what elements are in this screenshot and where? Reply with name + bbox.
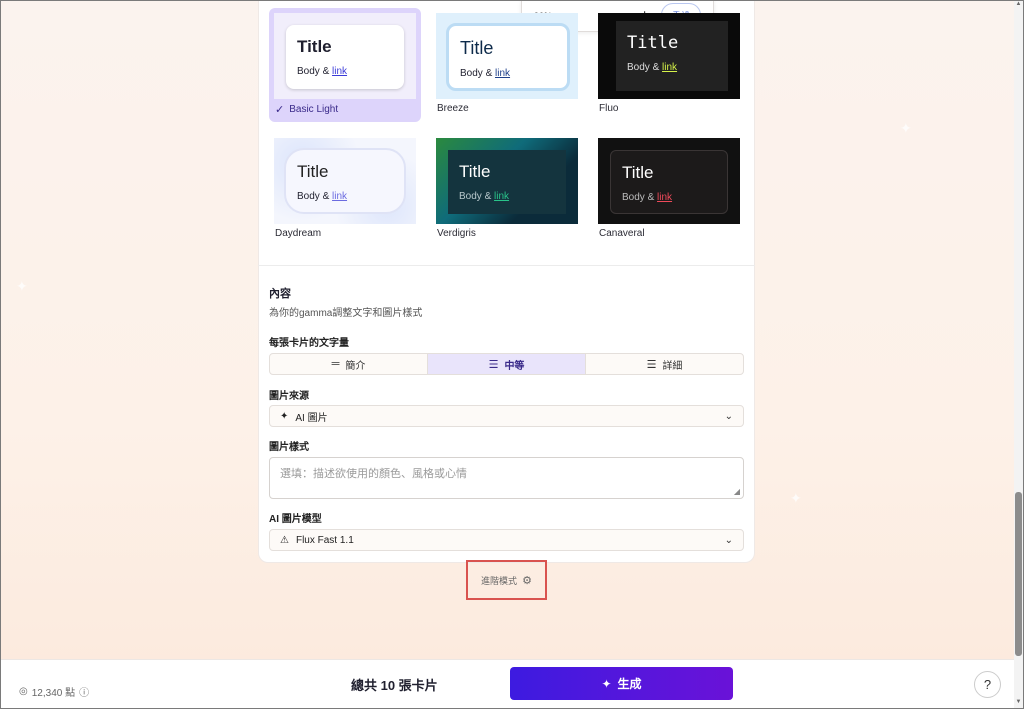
sparkle-icon: ✦	[601, 676, 612, 691]
sparkle-decoration-icon: ✦	[790, 490, 802, 506]
theme-name: Basic Light	[289, 104, 339, 115]
preview-body: Body &	[297, 66, 330, 77]
ai-model-value: Flux Fast 1.1	[295, 534, 354, 546]
medium-lines-icon: ☰	[488, 358, 499, 371]
preview-title: Title	[459, 162, 491, 181]
section-description: 為你的gamma調整文字和圖片樣式	[269, 308, 423, 319]
preview-body: Body &	[297, 191, 330, 202]
section-title: 內容	[269, 288, 291, 300]
option-label: 簡介	[345, 360, 366, 372]
theme-preview: Title Body & link	[274, 138, 416, 224]
chevron-down-icon: ⌄	[724, 534, 733, 546]
scroll-up-icon[interactable]: ▲	[1014, 1, 1023, 7]
scrollbar-thumb[interactable]	[1015, 492, 1022, 656]
image-source-value: AI 圖片	[295, 412, 328, 424]
section-divider	[258, 265, 755, 266]
preview-title: Title	[627, 33, 679, 53]
theme-preview: Title Body & link	[436, 138, 578, 224]
credits-display: ◎ 12,340 點 ⓘ	[19, 684, 89, 699]
theme-name: Breeze	[437, 103, 469, 114]
sparkle-decoration-icon: ✦	[900, 120, 912, 136]
footer-bar	[0, 659, 1014, 709]
info-icon[interactable]: ⓘ	[79, 684, 89, 699]
preview-title: Title	[622, 163, 654, 182]
theme-preview: Title Body & link	[436, 13, 578, 99]
generate-button[interactable]: ✦ 生成	[510, 667, 733, 700]
theme-fluo[interactable]: Title Body & link Fluo	[593, 8, 745, 122]
credits-value: 12,340 點	[31, 688, 76, 699]
total-cards: 總共 10 張卡片	[351, 678, 438, 693]
text-amount-detailed[interactable]: ☰ 詳細	[586, 354, 743, 374]
preview-body: Body &	[459, 191, 492, 202]
check-icon: ✓	[275, 104, 285, 116]
model-icon: ⚠	[280, 534, 289, 546]
image-style-label: 圖片樣式	[269, 442, 309, 453]
ai-model-label: AI 圖片模型	[269, 514, 322, 525]
advanced-mode-button[interactable]: 進階模式 ⚙	[466, 560, 547, 600]
theme-name: Canaveral	[599, 228, 645, 239]
preview-link: link	[332, 191, 348, 202]
preview-link: link	[494, 191, 510, 202]
sparkle-decoration-icon: ✦	[16, 278, 28, 294]
theme-preview: Title Body & link	[598, 138, 740, 224]
resize-handle-icon[interactable]: ◢	[734, 487, 740, 496]
short-lines-icon: ═	[331, 358, 340, 370]
theme-name: Daydream	[275, 228, 322, 239]
preview-body: Body &	[622, 192, 655, 203]
long-lines-icon: ☰	[646, 358, 657, 371]
preview-title: Title	[460, 38, 494, 58]
scroll-down-icon[interactable]: ▼	[1014, 699, 1023, 705]
gear-icon: ⚙	[522, 574, 532, 587]
preview-title: Title	[297, 37, 332, 56]
preview-link: link	[332, 66, 348, 77]
sparkle-icon: ✦	[280, 410, 289, 422]
image-source-select[interactable]: ✦ AI 圖片 ⌄	[269, 405, 744, 427]
theme-canaveral[interactable]: Title Body & link Canaveral	[593, 133, 745, 247]
image-style-placeholder: 選填：描述欲使用的顏色、風格或心情	[280, 468, 467, 480]
generate-label: 生成	[617, 677, 642, 691]
image-style-input[interactable]: 選填：描述欲使用的顏色、風格或心情 ◢	[269, 457, 744, 499]
preview-link: link	[657, 192, 673, 203]
help-button[interactable]: ?	[974, 671, 1001, 698]
ai-model-select[interactable]: ⚠ Flux Fast 1.1 ⌄	[269, 529, 744, 551]
theme-breeze[interactable]: Title Body & link Breeze	[431, 8, 583, 122]
theme-preview: Title Body & link	[274, 13, 416, 99]
option-label: 中等	[504, 360, 525, 372]
text-amount-label: 每張卡片的文字量	[269, 338, 349, 349]
preview-link: link	[495, 68, 511, 79]
theme-preview: Title Body & link	[598, 13, 740, 99]
preview-title: Title	[297, 162, 329, 181]
text-amount-selector: ═ 簡介 ☰ 中等 ☰ 詳細	[269, 353, 744, 375]
theme-name: Verdigris	[437, 228, 476, 239]
theme-daydream[interactable]: Title Body & link Daydream	[269, 133, 421, 247]
coins-icon: ◎	[19, 686, 28, 697]
theme-name: Fluo	[599, 103, 619, 114]
preview-body: Body &	[460, 68, 493, 79]
theme-basic-light[interactable]: Title Body & link ✓ Basic Light	[269, 8, 421, 122]
chevron-down-icon: ⌄	[724, 410, 733, 422]
text-amount-brief[interactable]: ═ 簡介	[270, 354, 428, 374]
text-amount-medium[interactable]: ☰ 中等	[428, 354, 586, 374]
preview-body: Body &	[627, 62, 660, 73]
theme-verdigris[interactable]: Title Body & link Verdigris	[431, 133, 583, 247]
option-label: 詳細	[662, 360, 683, 372]
advanced-mode-label: 進階模式	[481, 575, 518, 586]
image-source-label: 圖片來源	[269, 391, 309, 402]
preview-link: link	[662, 62, 678, 73]
